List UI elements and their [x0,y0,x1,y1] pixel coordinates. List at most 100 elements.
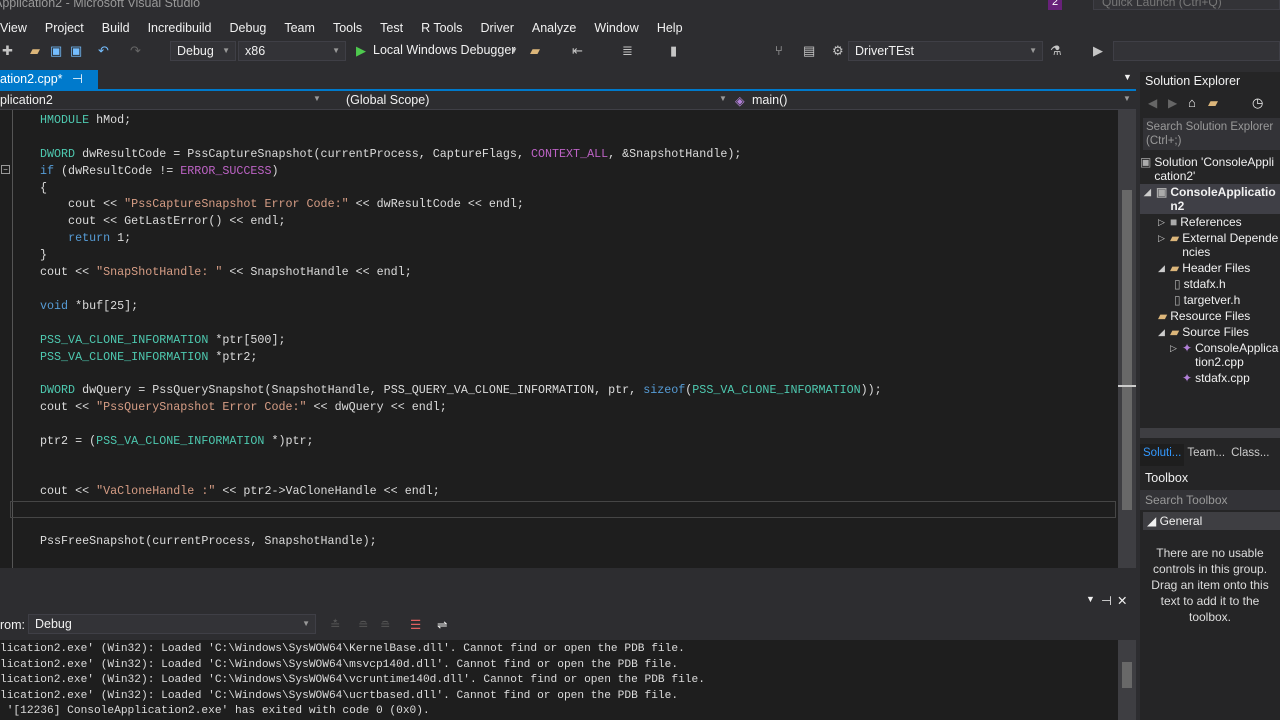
run-icon[interactable]: ▶ [1093,43,1103,59]
dropdown-icon[interactable]: ▼ [1086,594,1095,604]
tree-item[interactable]: ▯ targetver.h [1140,292,1280,308]
comment-icon[interactable]: ≣ [622,43,633,59]
solution-search-input[interactable]: Search Solution Explorer (Ctrl+;) [1143,118,1280,150]
chevron-down-icon[interactable]: ▼ [510,46,518,55]
save-icon[interactable]: ▣ [50,43,62,59]
tree-item-label: Source Files [1182,325,1249,339]
output-line: lication2.exe' (Win32): Loaded 'C:\Windo… [0,643,685,655]
comment-box-icon[interactable]: ▤ [803,43,815,59]
menu-incredibuild[interactable]: Incredibuild [148,18,221,38]
tab-list-icon[interactable]: ▼ [1123,72,1132,82]
find-next-icon[interactable]: ≘ [380,617,390,632]
tree-item[interactable]: ▣ Solution 'ConsoleApplication2' [1140,154,1280,184]
deploy-icon[interactable]: ⚗ [1050,43,1062,59]
indent-icon[interactable]: ⇤ [572,43,583,59]
save-all-icon[interactable]: ▣ [70,43,82,59]
tree-item[interactable]: ▯ stdafx.h [1140,276,1280,292]
code-token: void [40,299,69,313]
find-icon[interactable]: ▰ [530,43,540,59]
tree-item[interactable]: ▷ ▰ External Dependencies [1140,230,1280,260]
bookmark-icon[interactable]: ▮ [670,43,677,59]
toolbar-search[interactable] [1113,41,1280,61]
expander-icon[interactable]: ◢ [1158,261,1170,275]
tree-item[interactable]: ◢ ▣ ConsoleApplication2 [1140,184,1280,214]
close-icon[interactable]: ✕ [1117,593,1127,608]
platform-dropdown[interactable]: x86 ▼ [238,41,346,61]
output-line: '[12236] ConsoleApplication2.exe' has ex… [0,705,430,717]
code-line: if (dwResultCode != ERROR_SUCCESS) [40,163,278,180]
tree-item[interactable]: ◢ ▰ Header Files [1140,260,1280,276]
expander-icon[interactable]: ▷ [1170,341,1182,355]
goto-prev-icon[interactable]: ≛ [330,617,340,632]
home-icon[interactable]: ⌂ [1188,95,1196,110]
back-icon[interactable]: ◀ [1148,96,1157,110]
pin-icon[interactable]: ⊣ [72,72,83,86]
word-wrap-icon[interactable]: ⇌ [437,617,447,632]
tab-consoleapplication2-cpp[interactable]: ation2.cpp* ⊣ ✕ [0,70,98,105]
menu-build[interactable]: Build [102,18,139,38]
menu-test[interactable]: Test [380,18,412,38]
expander-icon[interactable]: ▷ [1158,215,1170,229]
git-icon[interactable]: ⑂ [775,43,783,58]
tab-class-view[interactable]: Class... [1228,444,1272,466]
quick-launch-input[interactable]: Quick Launch (Ctrl+Q) [1093,0,1280,10]
tree-item[interactable]: ▰ Resource Files [1140,308,1280,324]
code-editor[interactable]: − HMODULE hMod; DWORD dwResultCode = PssC… [0,110,1118,654]
config-dropdown[interactable]: Debug ▼ [170,41,236,61]
pin-icon[interactable]: ⊣ [1101,593,1112,608]
toolbox-search-input[interactable]: Search Toolbox [1140,490,1280,510]
tree-horizontal-scrollbar[interactable] [1140,428,1280,438]
chevron-down-icon[interactable]: ▼ [313,94,321,103]
tree-item[interactable]: ▷ ✦ ConsoleApplication2.cpp [1140,340,1280,370]
menu-analyze[interactable]: Analyze [532,18,585,38]
clear-all-icon[interactable]: ☰ [410,617,421,632]
tab-team-explorer[interactable]: Team... [1184,444,1228,466]
driver-icon[interactable]: ⚙ [832,43,844,59]
expander-icon[interactable]: ▷ [1158,231,1170,245]
menu-driver[interactable]: Driver [481,18,523,38]
start-debugger-button[interactable]: Local Windows Debugger [373,43,515,57]
collapse-icon[interactable]: − [1,165,10,174]
new-project-icon[interactable]: ✚ [2,43,13,59]
tree-item[interactable]: ✦ stdafx.cpp [1140,370,1280,386]
driver-target-dropdown[interactable]: DriverTEst ▼ [848,41,1043,61]
toolbox-group-general[interactable]: ◢ General [1143,512,1280,530]
tree-item[interactable]: ▷ ■ References [1140,214,1280,230]
tab-solution-explorer[interactable]: Soluti... [1140,444,1185,466]
play-icon[interactable]: ▶ [356,43,366,59]
expander-icon[interactable]: ◢ [1144,185,1156,199]
menu-window[interactable]: Window [594,18,647,38]
tree-item[interactable]: ◢ ▰ Source Files [1140,324,1280,340]
chevron-down-icon[interactable]: ▼ [1123,94,1131,103]
sync-icon[interactable]: ▰ [1208,95,1218,111]
redo-icon[interactable]: ↷ [130,43,141,59]
output-source-dropdown[interactable]: Debug ▼ [28,614,316,634]
output-text[interactable]: lication2.exe' (Win32): Loaded 'C:\Windo… [0,640,1118,720]
menu-tools[interactable]: Tools [333,18,371,38]
scope-dropdown[interactable]: (Global Scope) [346,93,429,107]
menu-project[interactable]: Project [45,18,93,38]
menu-debug[interactable]: Debug [230,18,276,38]
undo-icon[interactable]: ↶ [98,43,109,59]
notification-badge[interactable]: 2 [1048,0,1062,10]
code-token: cout << [40,400,97,414]
open-icon[interactable]: ▰ [30,43,40,59]
menu-help[interactable]: Help [657,18,692,38]
output-scrollbar[interactable] [1118,640,1136,720]
menu-view[interactable]: View [0,18,36,38]
chevron-down-icon[interactable]: ▼ [719,94,727,103]
editor-horizontal-scrollbar[interactable] [0,568,1136,582]
history-icon[interactable]: ◷ [1252,95,1263,111]
find-prev-icon[interactable]: ≘ [358,617,368,632]
code-token: PSS_VA_CLONE_INFORMATION [692,383,861,397]
project-dropdown[interactable]: plication2 [0,93,53,107]
code-token: hMod; [89,113,132,127]
expander-icon[interactable]: ◢ [1158,325,1170,339]
member-dropdown[interactable]: main() [752,93,787,107]
item-icon: ▣ [1156,185,1168,199]
editor-vertical-scrollbar[interactable] [1118,110,1136,568]
menu-r-tools[interactable]: R Tools [421,18,471,38]
code-token: } [40,248,48,262]
menu-team[interactable]: Team [284,18,324,38]
forward-icon[interactable]: ▶ [1168,96,1177,110]
